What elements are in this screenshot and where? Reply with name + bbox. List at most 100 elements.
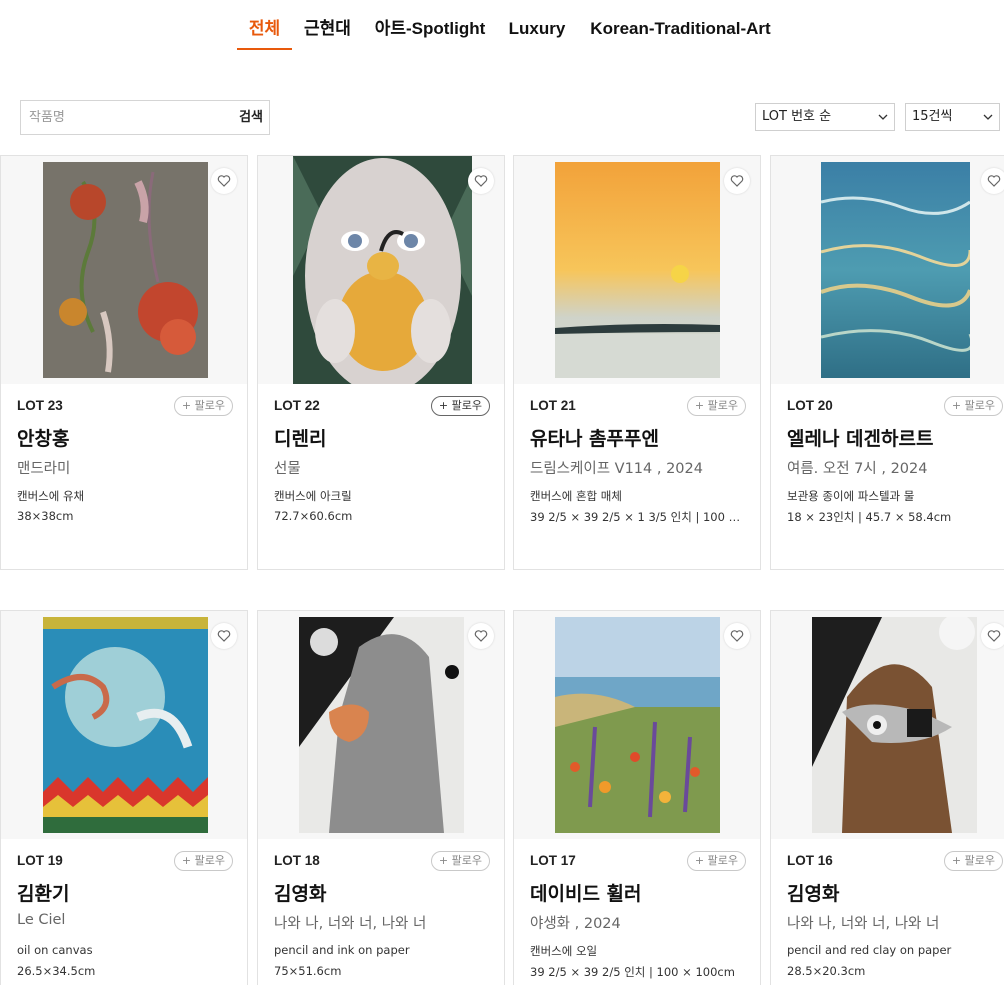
favorite-button[interactable] <box>981 168 1004 194</box>
artwork-medium: 캔버스에 아크릴 <box>274 489 352 503</box>
lot-number: LOT 20 <box>787 398 833 413</box>
artist-name[interactable]: 김환기 <box>17 879 69 906</box>
artwork-title[interactable]: 맨드라미 <box>17 457 237 478</box>
artist-name[interactable]: 엘레나 데겐하르트 <box>787 424 933 451</box>
artwork-title[interactable]: Le Ciel <box>17 912 237 928</box>
lot-number: LOT 18 <box>274 853 320 868</box>
lot-card[interactable]: LOT 22 + 팔로우 디렌리 선물 캔버스에 아크릴 72.7×60.6cm <box>257 155 505 570</box>
artwork-image-area <box>514 611 760 839</box>
tab-modern[interactable]: 근현대 <box>300 16 355 50</box>
artwork-size: 28.5×20.3cm <box>787 964 866 978</box>
lot-number: LOT 17 <box>530 853 576 868</box>
lot-number: LOT 22 <box>274 398 320 413</box>
sort-select-value: LOT 번호 순 <box>762 109 832 124</box>
follow-button[interactable]: + 팔로우 <box>430 396 490 416</box>
artwork-title[interactable]: 나와 나, 너와 너, 나와 너 <box>787 912 1004 933</box>
artwork-medium: oil on canvas <box>17 943 93 957</box>
artwork-size: 39 2/5 × 39 2/5 인치 | 100 × 100cm <box>530 965 735 979</box>
lot-card[interactable]: LOT 20 + 팔로우 엘레나 데겐하르트 여름. 오전 7시 , 2024 … <box>770 155 1004 570</box>
artist-name[interactable]: 데이비드 휠러 <box>530 879 642 906</box>
artwork-size: 39 2/5 × 39 2/5 × 1 3/5 인치 | 100 × … <box>530 510 746 524</box>
artwork-medium: pencil and red clay on paper <box>787 943 952 957</box>
artwork-image[interactable] <box>555 162 720 378</box>
artwork-size: 38×38cm <box>17 509 74 523</box>
search-button[interactable]: 검색 <box>239 101 263 134</box>
artist-name[interactable]: 안창홍 <box>17 424 69 451</box>
follow-button[interactable]: + 팔로우 <box>943 396 1003 416</box>
lot-card[interactable]: LOT 21 + 팔로우 유타나 촘푸푸엔 드림스케이프 V114 , 2024… <box>513 155 761 570</box>
artwork-image-area <box>771 156 1004 384</box>
follow-button[interactable]: + 팔로우 <box>173 851 233 871</box>
artwork-title[interactable]: 야생화 , 2024 <box>530 912 750 933</box>
artwork-medium: pencil and ink on paper <box>274 943 410 957</box>
artwork-image-area <box>258 611 504 839</box>
tab-art-spotlight[interactable]: 아트-Spotlight <box>369 16 491 50</box>
artist-name[interactable]: 김영화 <box>787 879 839 906</box>
artwork-image-area <box>1 156 247 384</box>
artwork-medium: 캔버스에 오일 <box>530 944 598 958</box>
artwork-title[interactable]: 드림스케이프 V114 , 2024 <box>530 457 750 478</box>
favorite-button[interactable] <box>981 623 1004 649</box>
favorite-button[interactable] <box>724 623 750 649</box>
lot-card[interactable]: LOT 19 + 팔로우 김환기 Le Ciel oil on canvas 2… <box>0 610 248 985</box>
artwork-image-area <box>514 156 760 384</box>
follow-button[interactable]: + 팔로우 <box>686 396 746 416</box>
artwork-medium: 캔버스에 유채 <box>17 489 85 503</box>
tab-all[interactable]: 전체 <box>237 16 292 50</box>
heart-icon <box>217 175 231 187</box>
artwork-image-area <box>771 611 1004 839</box>
artwork-medium: 캔버스에 혼합 매체 <box>530 489 622 503</box>
lot-number: LOT 23 <box>17 398 63 413</box>
artwork-image[interactable] <box>821 162 970 378</box>
heart-icon <box>474 175 488 187</box>
artwork-title[interactable]: 나와 나, 너와 너, 나와 너 <box>274 912 494 933</box>
artwork-image[interactable] <box>43 162 208 378</box>
lot-card[interactable]: LOT 16 + 팔로우 김영화 나와 나, 너와 너, 나와 너 pencil… <box>770 610 1004 985</box>
artwork-title[interactable]: 여름. 오전 7시 , 2024 <box>787 457 1004 478</box>
artwork-size: 75×51.6cm <box>274 964 342 978</box>
favorite-button[interactable] <box>468 623 494 649</box>
page-size-value: 15건씩 <box>912 109 953 124</box>
artwork-image[interactable] <box>299 617 464 833</box>
lot-number: LOT 21 <box>530 398 576 413</box>
tab-luxury[interactable]: Luxury <box>503 16 571 50</box>
search-input[interactable] <box>29 101 229 134</box>
artwork-image-area <box>1 611 247 839</box>
lot-number: LOT 16 <box>787 853 833 868</box>
artwork-title[interactable]: 선물 <box>274 457 494 478</box>
artwork-image[interactable] <box>812 617 977 833</box>
search-box: 검색 <box>20 100 270 135</box>
lot-card[interactable]: LOT 18 + 팔로우 김영화 나와 나, 너와 너, 나와 너 pencil… <box>257 610 505 985</box>
follow-button[interactable]: + 팔로우 <box>943 851 1003 871</box>
heart-icon <box>987 630 1001 642</box>
artwork-image[interactable] <box>555 617 720 833</box>
lot-number: LOT 19 <box>17 853 63 868</box>
lot-card[interactable]: LOT 17 + 팔로우 데이비드 휠러 야생화 , 2024 캔버스에 오일 … <box>513 610 761 985</box>
artwork-image-area <box>258 156 504 384</box>
follow-button[interactable]: + 팔로우 <box>173 396 233 416</box>
heart-icon <box>987 175 1001 187</box>
favorite-button[interactable] <box>211 623 237 649</box>
artist-name[interactable]: 디렌리 <box>274 424 326 451</box>
artwork-size: 26.5×34.5cm <box>17 964 96 978</box>
lot-card[interactable]: LOT 23 + 팔로우 안창홍 맨드라미 캔버스에 유채 38×38cm <box>0 155 248 570</box>
tab-korean-traditional-art[interactable]: Korean-Traditional-Art <box>584 16 777 50</box>
sort-select[interactable]: LOT 번호 순 <box>755 103 895 131</box>
favorite-button[interactable] <box>211 168 237 194</box>
heart-icon <box>730 175 744 187</box>
artwork-size: 72.7×60.6cm <box>274 509 353 523</box>
artwork-image[interactable] <box>43 617 208 833</box>
artist-name[interactable]: 김영화 <box>274 879 326 906</box>
artwork-image[interactable] <box>293 156 472 384</box>
artist-name[interactable]: 유타나 촘푸푸엔 <box>530 424 659 451</box>
follow-button[interactable]: + 팔로우 <box>430 851 490 871</box>
artwork-medium: 보관용 종이에 파스텔과 물 <box>787 489 915 503</box>
heart-icon <box>474 630 488 642</box>
artwork-size: 18 × 23인치 | 45.7 × 58.4cm <box>787 510 952 524</box>
favorite-button[interactable] <box>724 168 750 194</box>
favorite-button[interactable] <box>468 168 494 194</box>
follow-button[interactable]: + 팔로우 <box>686 851 746 871</box>
page-size-select[interactable]: 15건씩 <box>905 103 1000 131</box>
chevron-down-icon <box>983 114 993 120</box>
category-tabs: 전체 근현대 아트-Spotlight Luxury Korean-Tradit… <box>0 0 1004 60</box>
